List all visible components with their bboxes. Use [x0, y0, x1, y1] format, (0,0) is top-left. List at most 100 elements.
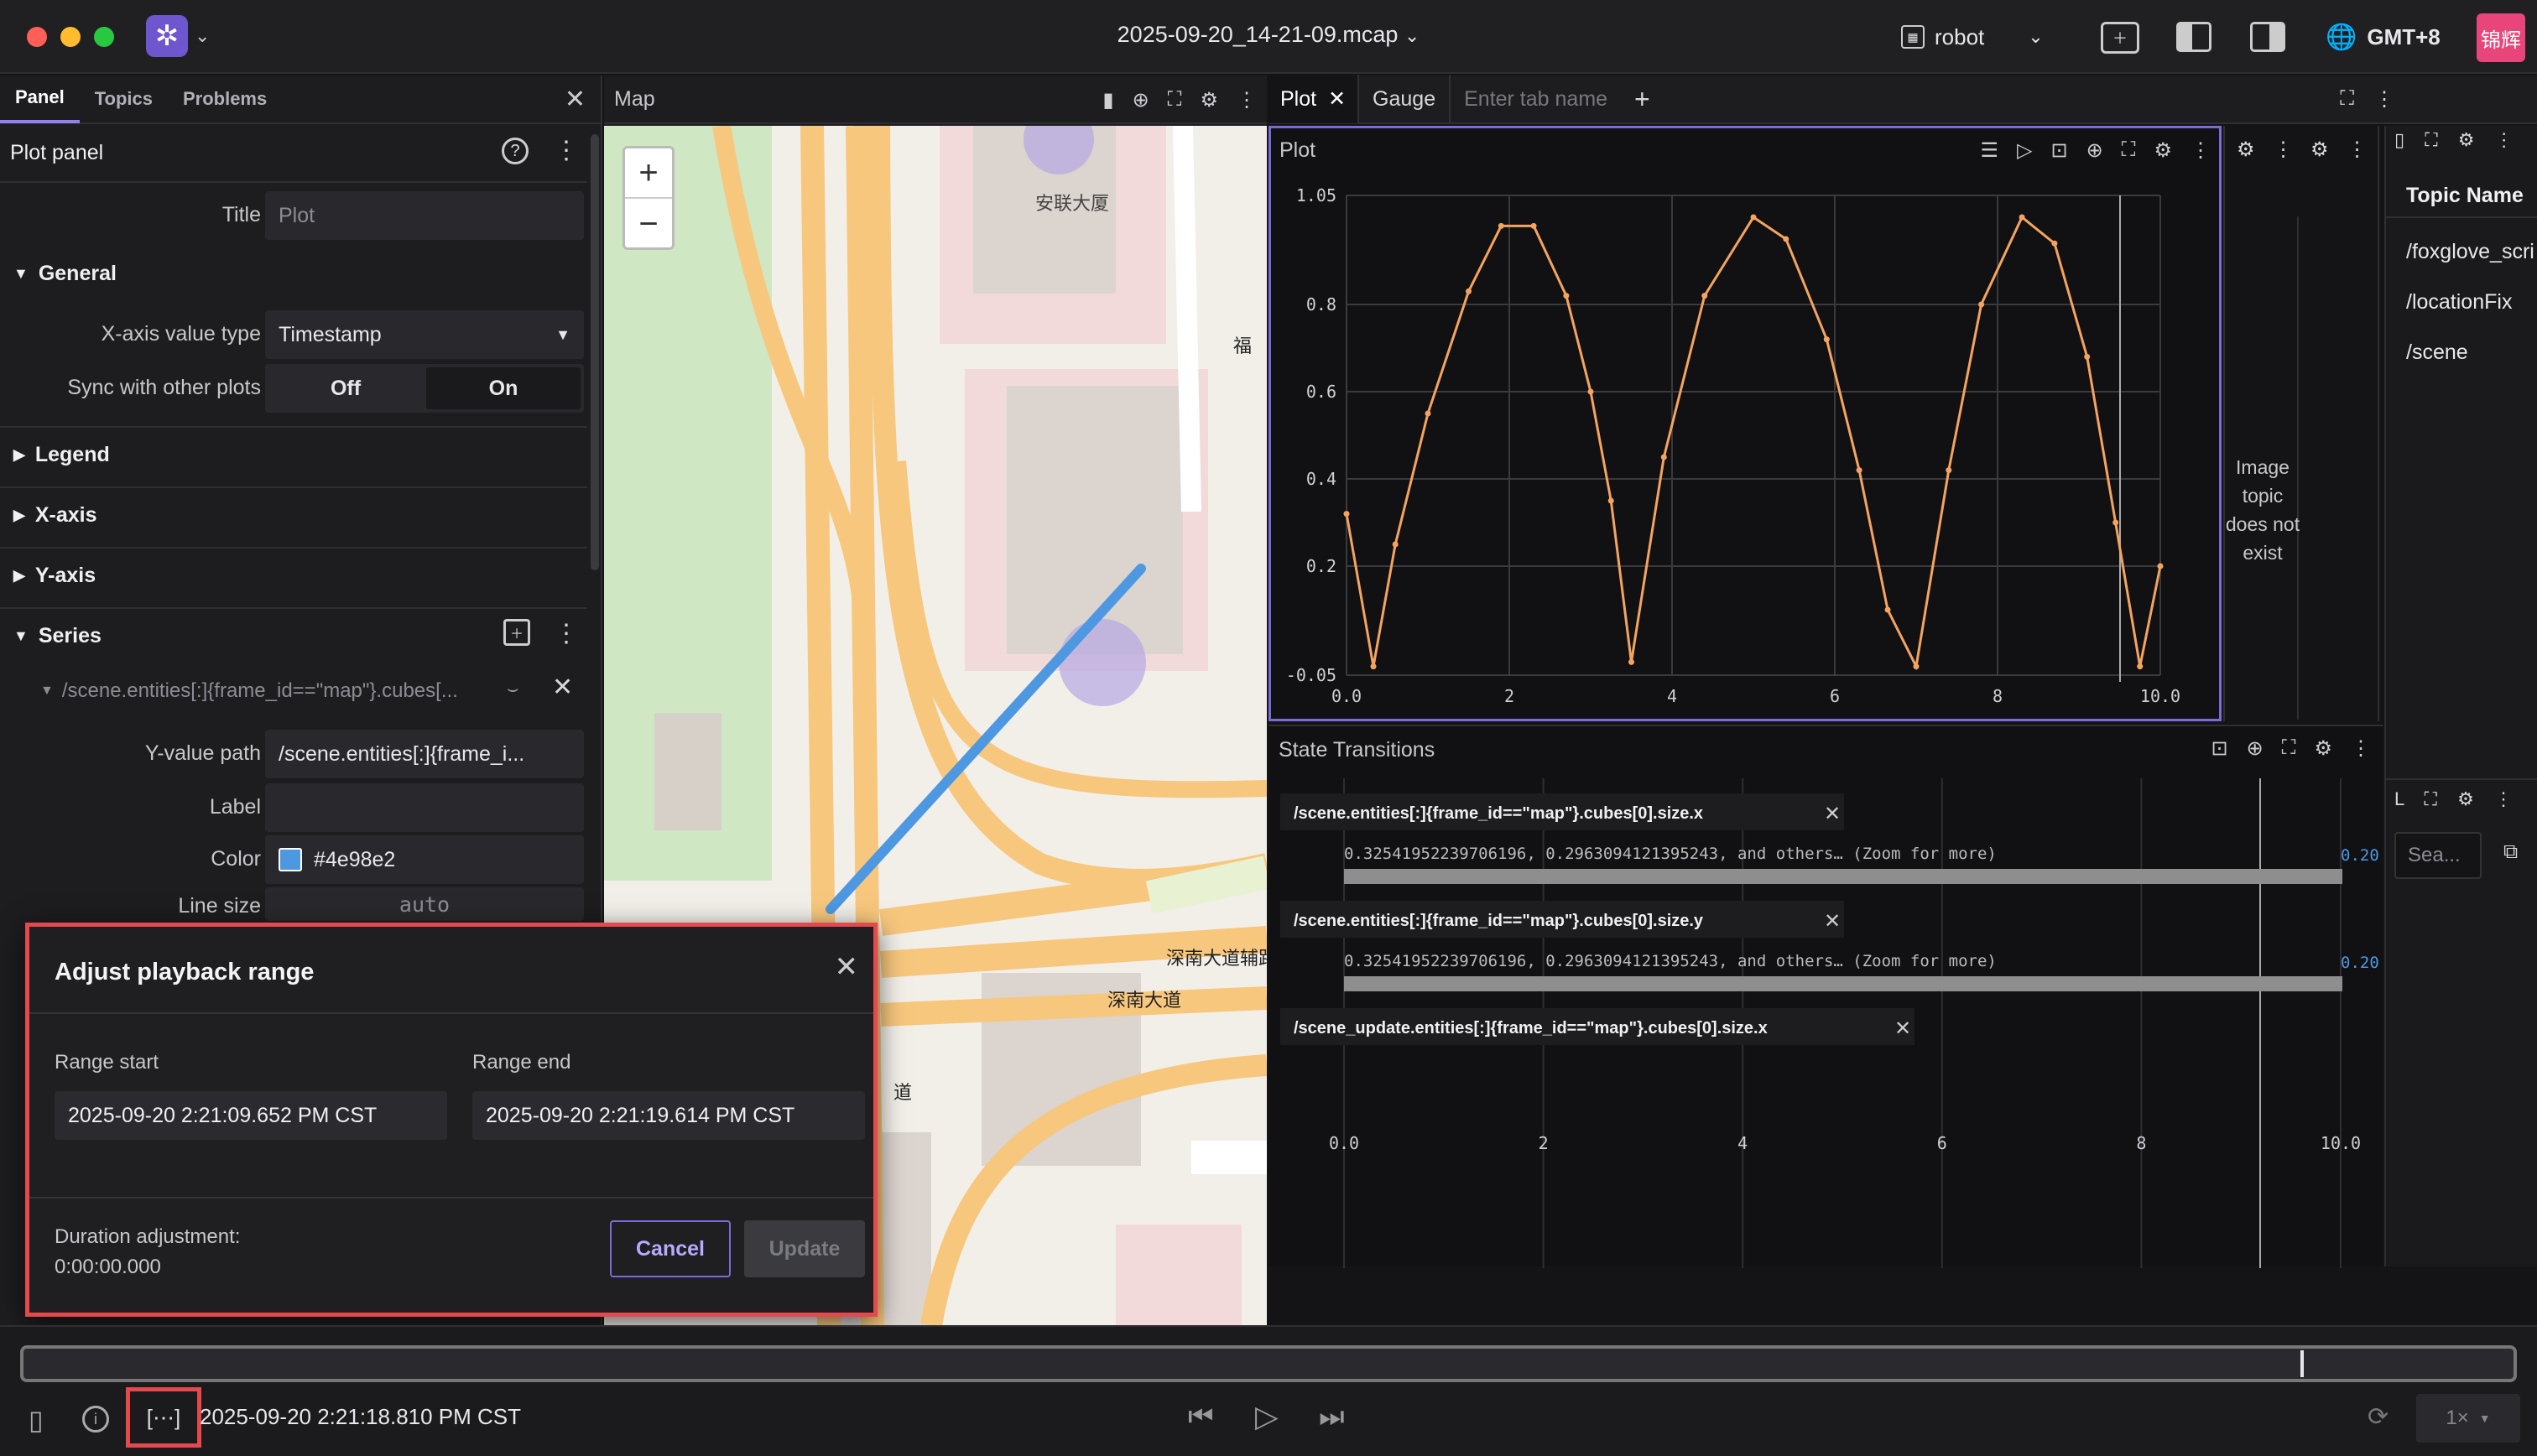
- remove-series-icon[interactable]: ✕: [552, 673, 573, 702]
- section-xaxis[interactable]: ▶ X-axis: [13, 503, 97, 528]
- more-options-icon[interactable]: ⋮: [2494, 788, 2513, 809]
- copy-icon[interactable]: ⧉: [2503, 840, 2518, 864]
- zoom-in-button[interactable]: +: [625, 148, 672, 199]
- x-tick-label: 8: [1993, 686, 2003, 706]
- gear-icon[interactable]: ⚙: [2154, 138, 2172, 163]
- screenshot-icon[interactable]: ⊡: [2050, 138, 2067, 163]
- more-options-icon[interactable]: ⋮: [554, 619, 579, 648]
- user-avatar[interactable]: 锦辉: [2477, 13, 2525, 62]
- state-transitions-chart[interactable]: 0.0 2 4 6 8 10.0/scene.entities[:]{frame_id==…: [1268, 778, 2383, 1268]
- tab-gauge[interactable]: Gauge: [1357, 75, 1449, 123]
- series-label-input[interactable]: [265, 783, 584, 832]
- xaxis-type-select[interactable]: Timestamp ▼: [265, 310, 584, 359]
- gear-icon[interactable]: ⚙: [2310, 138, 2329, 162]
- layer-icon[interactable]: ▮: [1102, 88, 1113, 112]
- range-start-input[interactable]: 2025-09-20 2:21:09.652 PM CST: [55, 1091, 447, 1140]
- update-button[interactable]: Update: [744, 1220, 865, 1277]
- playback-range-button[interactable]: [⋯]: [126, 1387, 201, 1448]
- fullscreen-icon[interactable]: ⛶: [2340, 87, 2354, 112]
- topic-item[interactable]: /foxglove_scri: [2406, 240, 2537, 264]
- gear-icon[interactable]: ⚙: [1200, 88, 1218, 112]
- center-target-icon[interactable]: ⊕: [2247, 736, 2264, 761]
- tab-panel[interactable]: Panel: [0, 75, 80, 123]
- gear-icon[interactable]: ⚙: [2314, 736, 2332, 761]
- center-target-icon[interactable]: ⊕: [2086, 138, 2103, 163]
- scrollbar[interactable]: [591, 134, 599, 570]
- add-tab-icon[interactable]: +: [1621, 84, 1664, 115]
- legend-list-icon[interactable]: ☰: [1980, 138, 1998, 163]
- playback-scrubber[interactable]: [2300, 1350, 2305, 1377]
- play-icon[interactable]: ▷: [2017, 138, 2032, 163]
- more-options-icon[interactable]: ⋮: [2347, 138, 2368, 162]
- bookmark-icon[interactable]: ▯: [29, 1404, 44, 1436]
- left-sidebar-toggle-icon[interactable]: [2176, 22, 2211, 52]
- loop-off-icon[interactable]: ⟳: [2368, 1402, 2389, 1432]
- speed-select[interactable]: 1× ▼: [2416, 1394, 2520, 1443]
- title-input[interactable]: Plot: [265, 191, 584, 240]
- add-series-icon[interactable]: ＋: [503, 619, 530, 646]
- close-window-button[interactable]: [27, 27, 47, 47]
- layout-selector[interactable]: ▦ robot ⌄: [1901, 18, 2044, 55]
- tab-topics[interactable]: Topics: [80, 75, 168, 123]
- fullscreen-icon[interactable]: ⛶: [1168, 88, 1182, 112]
- zoom-control: + −: [623, 146, 675, 250]
- section-yaxis[interactable]: ▶ Y-axis: [13, 564, 96, 588]
- close-icon[interactable]: ✕: [565, 85, 586, 114]
- add-panel-icon[interactable]: ＋: [2101, 22, 2139, 54]
- zoom-window-button[interactable]: [94, 27, 114, 47]
- fullscreen-icon[interactable]: ⛶: [2122, 138, 2136, 163]
- right-sidebar-toggle-icon[interactable]: [2250, 22, 2285, 52]
- zoom-out-button[interactable]: −: [625, 199, 672, 249]
- more-options-icon[interactable]: ⋮: [2191, 138, 2211, 163]
- sync-on-option[interactable]: On: [426, 367, 581, 409]
- gear-icon[interactable]: ⚙: [2457, 788, 2474, 809]
- search-input[interactable]: Sea...: [2394, 832, 2482, 879]
- section-legend[interactable]: ▶ Legend: [13, 443, 110, 467]
- close-icon[interactable]: ✕: [1328, 86, 1346, 112]
- tab-new-name-input[interactable]: Enter tab name: [1449, 75, 1621, 123]
- minimize-window-button[interactable]: [60, 27, 81, 47]
- section-general[interactable]: ▼ General: [13, 262, 117, 286]
- more-options-icon[interactable]: ⋮: [2351, 736, 2371, 761]
- split-icon[interactable]: ▯: [2394, 129, 2404, 150]
- skip-forward-icon[interactable]: ⏭: [1319, 1401, 1345, 1433]
- screenshot-icon[interactable]: ⊡: [2211, 736, 2227, 761]
- topic-item[interactable]: /scene: [2406, 341, 2468, 365]
- playback-timeline[interactable]: [20, 1345, 2517, 1382]
- fullscreen-icon[interactable]: ⛶: [2282, 736, 2296, 761]
- color-swatch[interactable]: [279, 848, 302, 871]
- help-icon[interactable]: ?: [502, 138, 529, 164]
- close-icon[interactable]: ✕: [835, 950, 859, 984]
- hide-series-icon[interactable]: ⌣: [507, 678, 518, 699]
- series-item[interactable]: ▼ /scene.entities[:]{frame_id=="map"}.cu…: [40, 679, 458, 703]
- play-icon[interactable]: ▷: [1255, 1399, 1279, 1434]
- fullscreen-icon[interactable]: ⛶: [2425, 129, 2437, 150]
- yvalue-path-input[interactable]: /scene.entities[:]{frame_i...: [265, 730, 584, 778]
- fullscreen-icon[interactable]: ⛶: [2425, 788, 2437, 809]
- tab-problems[interactable]: Problems: [168, 75, 282, 123]
- tab-plot[interactable]: Plot ✕: [1268, 75, 1358, 123]
- center-target-icon[interactable]: ⊕: [1133, 88, 1149, 112]
- info-icon[interactable]: i: [82, 1406, 109, 1433]
- more-options-icon[interactable]: ⋮: [1237, 88, 1257, 112]
- topic-item[interactable]: /locationFix: [2406, 290, 2512, 315]
- skip-back-icon[interactable]: ⏮: [1188, 1401, 1214, 1433]
- more-options-icon[interactable]: ⋮: [2274, 138, 2294, 162]
- gear-icon[interactable]: ⚙: [2458, 129, 2475, 150]
- gear-icon[interactable]: ⚙: [2237, 138, 2255, 162]
- timezone-selector[interactable]: 🌐 GMT+8: [2326, 18, 2441, 55]
- section-series[interactable]: ▼ Series: [13, 624, 102, 648]
- range-end-input[interactable]: 2025-09-20 2:21:19.614 PM CST: [472, 1091, 865, 1140]
- chevron-down-icon[interactable]: ⌄: [195, 25, 210, 47]
- cancel-button[interactable]: Cancel: [610, 1220, 731, 1277]
- plot-chart[interactable]: 0.0 2 4 6 8 10.0 1.05 0.8 0.6 0.4 0.2 -0.05: [1271, 172, 2219, 719]
- more-options-icon[interactable]: ⋮: [2495, 129, 2514, 150]
- more-options-icon[interactable]: ⋮: [554, 136, 579, 165]
- x-tick-label: 0.0: [1331, 686, 1362, 706]
- app-logo-icon[interactable]: ✲: [146, 15, 188, 57]
- sync-off-option[interactable]: Off: [268, 367, 423, 409]
- sync-toggle[interactable]: Off On: [265, 364, 584, 413]
- more-options-icon[interactable]: ⋮: [2374, 87, 2394, 112]
- linesize-input[interactable]: auto: [265, 887, 584, 921]
- color-input[interactable]: #4e98e2: [265, 835, 584, 884]
